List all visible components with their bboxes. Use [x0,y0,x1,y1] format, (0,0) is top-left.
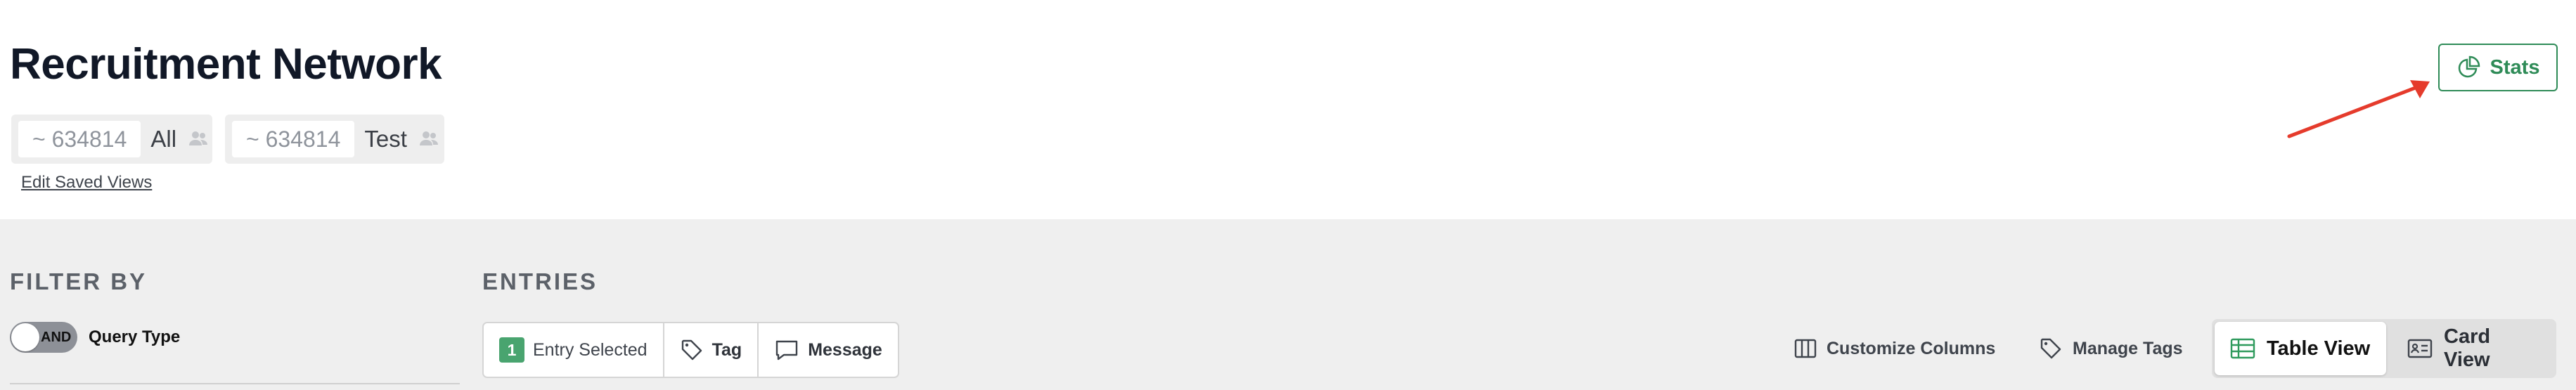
toggle-value: AND [41,330,72,345]
customize-columns-label: Customize Columns [1827,338,1996,358]
toggle-knob [11,323,39,351]
saved-view-test[interactable]: ~ 634814 Test [225,115,444,164]
stats-label: Stats [2490,56,2540,79]
entry-actions-group: 1 Entry Selected Tag Message [482,322,899,378]
entry-selected-label: Entry Selected [533,339,648,360]
tag-button[interactable]: Tag [662,323,758,377]
filter-divider [10,383,460,384]
table-view-label: Table View [2267,337,2371,360]
annotation-arrow [2287,80,2430,138]
query-type-label: Query Type [89,327,181,346]
saved-view-all[interactable]: ~ 634814 All [11,115,212,164]
saved-view-count: ~ 634814 [18,121,141,157]
message-icon [774,338,799,362]
card-view-label: Card View [2444,325,2491,371]
saved-view-name: Test [364,126,407,152]
stats-button[interactable]: Stats [2438,44,2558,91]
saved-view-count: ~ 634814 [232,121,355,157]
customize-columns-button[interactable]: Customize Columns [1794,322,1995,375]
selected-count-badge: 1 [499,337,524,363]
edit-saved-views-link[interactable]: Edit Saved Views [21,173,152,193]
and-or-toggle[interactable]: AND [10,322,77,353]
filter-by-title: FILTER BY [10,268,148,294]
columns-icon [1794,338,1817,359]
card-view-button[interactable]: Card View [2392,322,2554,375]
message-label: Message [808,339,882,360]
page-header: Recruitment Network ~ 634814 All ~ 63481… [0,0,2576,219]
table-view-button[interactable]: Table View [2215,322,2386,375]
entries-title: ENTRIES [482,268,598,294]
page-title: Recruitment Network [10,40,442,89]
manage-tags-button[interactable]: Manage Tags [2039,322,2183,375]
message-button[interactable]: Message [757,323,898,377]
manage-tags-label: Manage Tags [2073,338,2183,358]
main-content: FILTER BY AND Query Type ENTRIES 1 Entry… [0,219,2576,390]
tag-icon [680,338,704,362]
entry-selected-button[interactable]: 1 Entry Selected [484,323,663,377]
people-icon [418,129,439,150]
table-icon [2230,338,2255,359]
view-toggle: Table View Card View [2212,319,2556,378]
tag-label: Tag [711,339,742,360]
saved-view-name: All [150,126,177,152]
tag-icon [2039,337,2063,360]
card-icon [2407,338,2433,359]
pie-chart-icon [2456,56,2480,79]
people-icon [188,129,209,150]
